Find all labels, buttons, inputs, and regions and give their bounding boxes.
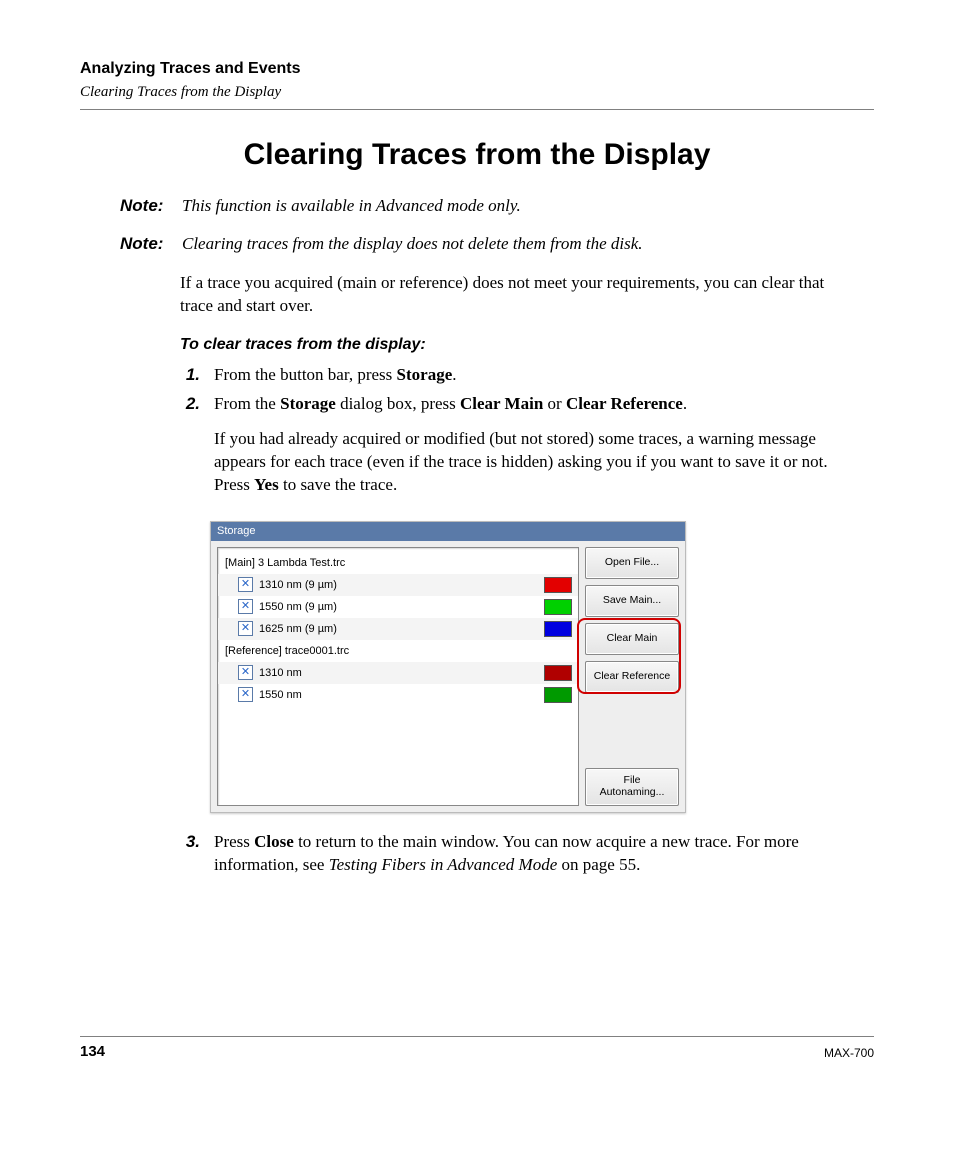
trace-list-panel: ✕ [Main] 3 Lambda Test.trc ✕ 1310 nm (9 … [217, 547, 579, 806]
note-text: This function is available in Advanced m… [182, 196, 521, 216]
trace-item-label: 1550 nm [259, 689, 538, 701]
checkbox-icon[interactable]: ✕ [238, 687, 253, 702]
page-number: 134 [80, 1043, 105, 1060]
step-text: or [543, 394, 566, 413]
running-head-chapter: Analyzing Traces and Events [80, 60, 874, 78]
file-autonaming-button[interactable]: File Autonaming... [585, 768, 679, 806]
note-label: Note: [120, 234, 172, 254]
step-bold: Clear Main [460, 394, 543, 413]
step-2-followup: If you had already acquired or modified … [214, 428, 844, 497]
color-swatch [544, 687, 572, 703]
step-text: . [683, 394, 687, 413]
trace-item-label: 1550 nm (9 µm) [259, 601, 538, 613]
save-main-button[interactable]: Save Main... [585, 585, 679, 617]
step-1: 1. From the button bar, press Storage. [180, 364, 844, 387]
checkbox-icon[interactable]: ✕ [238, 665, 253, 680]
trace-item-label: 1310 nm (9 µm) [259, 579, 538, 591]
step-text: From the button bar, press [214, 365, 397, 384]
trace-item[interactable]: ✕ 1550 nm [218, 684, 578, 706]
step-text: dialog box, press [336, 394, 460, 413]
trace-item-label: 1310 nm [259, 667, 538, 679]
note-2: Note: Clearing traces from the display d… [120, 234, 874, 254]
color-swatch [544, 577, 572, 593]
step-text: From the [214, 394, 280, 413]
step-3: 3. Press Close to return to the main win… [180, 831, 844, 877]
step-text: Press [214, 832, 254, 851]
note-text: Clearing traces from the display does no… [182, 234, 643, 254]
step-bold: Storage [397, 365, 453, 384]
open-file-button[interactable]: Open File... [585, 547, 679, 579]
dialog-button-column: Open File... Save Main... Clear Main Cle… [585, 547, 679, 806]
step-number: 3. [180, 831, 200, 877]
step-text: on page 55. [557, 855, 640, 874]
step-number: 1. [180, 364, 200, 387]
color-swatch [544, 665, 572, 681]
checkbox-icon[interactable]: ✕ [238, 621, 253, 636]
intro-paragraph: If a trace you acquired (main or referen… [180, 272, 844, 318]
trace-item[interactable]: ✕ 1310 nm [218, 662, 578, 684]
trace-item[interactable]: ✕ 1550 nm (9 µm) [218, 596, 578, 618]
step-italic: Testing Fibers in Advanced Mode [329, 855, 558, 874]
procedure-heading: To clear traces from the display: [180, 336, 844, 354]
step-number: 2. [180, 393, 200, 416]
color-swatch [544, 599, 572, 615]
trace-group-reference: ✕ [Reference] trace0001.trc [218, 640, 578, 662]
running-head-section: Clearing Traces from the Display [80, 84, 874, 101]
clear-reference-button[interactable]: Clear Reference [585, 661, 679, 693]
trace-item[interactable]: ✕ 1625 nm (9 µm) [218, 618, 578, 640]
trace-item[interactable]: ✕ 1310 nm (9 µm) [218, 574, 578, 596]
note-1: Note: This function is available in Adva… [120, 196, 874, 216]
model-number: MAX-700 [824, 1046, 874, 1060]
page-footer: 134 MAX-700 [80, 1036, 874, 1060]
storage-dialog-screenshot: Storage ✕ [Main] 3 Lambda Test.trc ✕ 131… [210, 521, 686, 813]
clear-main-button[interactable]: Clear Main [585, 623, 679, 655]
trace-item-label: 1625 nm (9 µm) [259, 623, 538, 635]
trace-group-main: ✕ [Main] 3 Lambda Test.trc [218, 552, 578, 574]
step-2: 2. From the Storage dialog box, press Cl… [180, 393, 844, 416]
step-text: to save the trace. [279, 475, 397, 494]
trace-group-label: [Main] 3 Lambda Test.trc [225, 557, 572, 569]
step-text: . [452, 365, 456, 384]
page-title: Clearing Traces from the Display [80, 138, 874, 172]
note-label: Note: [120, 196, 172, 216]
trace-group-label: [Reference] trace0001.trc [225, 645, 572, 657]
step-bold: Yes [254, 475, 279, 494]
header-rule [80, 109, 874, 110]
checkbox-icon[interactable]: ✕ [238, 599, 253, 614]
step-bold: Clear Reference [566, 394, 683, 413]
step-bold: Storage [280, 394, 336, 413]
dialog-titlebar: Storage [211, 522, 685, 541]
color-swatch [544, 621, 572, 637]
step-bold: Close [254, 832, 294, 851]
checkbox-icon[interactable]: ✕ [238, 577, 253, 592]
